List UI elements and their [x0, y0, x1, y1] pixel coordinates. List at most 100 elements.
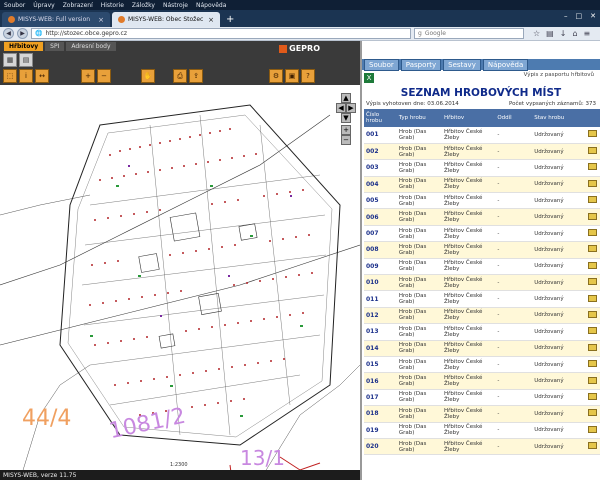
- zoom-out-icon[interactable]: −: [97, 69, 111, 83]
- detail-icon[interactable]: [587, 261, 597, 269]
- table-row[interactable]: 012 Hrob (Das Grab) Hřbitov České Žleby - Ud…: [364, 307, 600, 325]
- detail-icon[interactable]: [587, 196, 597, 204]
- grave-number[interactable]: 008: [364, 241, 397, 259]
- table-row[interactable]: 017 Hrob (Das Grab) Hřbitov České Žleby - Ud…: [364, 389, 600, 407]
- pan-up-icon[interactable]: ▲: [341, 93, 351, 103]
- grave-number[interactable]: 007: [364, 225, 397, 243]
- col-cemetery[interactable]: Hřbitov: [441, 109, 496, 127]
- grave-number[interactable]: 015: [364, 356, 397, 374]
- menu-history[interactable]: Historie: [97, 2, 128, 9]
- layers-icon[interactable]: ▦: [3, 53, 17, 67]
- detail-icon[interactable]: [587, 130, 597, 138]
- map-canvas[interactable]: 44/4 1081/2 13/1: [0, 85, 360, 480]
- address-bar[interactable]: 🌐 http://stozec.obce.gepro.cz: [31, 28, 411, 39]
- grave-number[interactable]: 004: [364, 176, 397, 194]
- grave-number[interactable]: 013: [364, 323, 397, 341]
- download-icon[interactable]: ↓: [560, 29, 567, 38]
- detail-icon[interactable]: [587, 163, 597, 171]
- detail-icon[interactable]: [587, 179, 597, 187]
- grave-number[interactable]: 003: [364, 159, 397, 177]
- detail-icon[interactable]: [587, 245, 597, 253]
- grave-number[interactable]: 006: [364, 208, 397, 226]
- table-row[interactable]: 001 Hrob (Das Grab) Hřbitov České Žleby - Ud…: [364, 127, 600, 144]
- panel-menu-reports[interactable]: Sestavy: [443, 58, 481, 71]
- close-tab-icon[interactable]: ×: [98, 16, 104, 24]
- close-tab-icon[interactable]: ×: [208, 16, 214, 24]
- excel-export-icon[interactable]: X: [364, 73, 374, 83]
- detail-icon[interactable]: [587, 212, 597, 220]
- table-row[interactable]: 016 Hrob (Das Grab) Hřbitov České Žleby - Ud…: [364, 372, 600, 390]
- help-icon[interactable]: ?: [301, 69, 315, 83]
- maximize-icon[interactable]: □: [576, 12, 583, 20]
- detail-icon[interactable]: [587, 343, 597, 351]
- detail-icon[interactable]: [587, 425, 597, 433]
- grave-number[interactable]: 005: [364, 192, 397, 210]
- table-row[interactable]: 006 Hrob (Das Grab) Hřbitov České Žleby - Ud…: [364, 208, 600, 226]
- grave-number[interactable]: 019: [364, 422, 397, 439]
- col-type[interactable]: Typ hrobu: [396, 109, 442, 127]
- map-tab-spi[interactable]: SPI: [45, 42, 65, 51]
- forward-icon[interactable]: ▶: [17, 28, 28, 39]
- menu-edit[interactable]: Úpravy: [29, 2, 58, 9]
- detail-icon[interactable]: [587, 360, 597, 368]
- search-input[interactable]: g Google: [414, 28, 524, 39]
- star-icon[interactable]: ☆: [533, 29, 540, 38]
- table-row[interactable]: 018 Hrob (Das Grab) Hřbitov České Žleby - Ud…: [364, 405, 600, 423]
- close-window-icon[interactable]: ✕: [590, 12, 596, 20]
- pan-left-icon[interactable]: ◀: [336, 103, 346, 113]
- table-row[interactable]: 005 Hrob (Das Grab) Hřbitov České Žleby - Ud…: [364, 192, 600, 210]
- panel-menu-help[interactable]: Nápověda: [482, 58, 529, 71]
- menu-file[interactable]: Soubor: [0, 2, 29, 9]
- grave-number[interactable]: 001: [364, 127, 397, 144]
- table-row[interactable]: 019 Hrob (Das Grab) Hřbitov České Žleby - Ud…: [364, 422, 600, 439]
- pan-tool-icon[interactable]: ✋: [141, 69, 155, 83]
- panel-menu-passports[interactable]: Pasporty: [400, 58, 442, 71]
- table-row[interactable]: 020 Hrob (Das Grab) Hřbitov České Žleby - Ud…: [364, 438, 600, 456]
- grave-number[interactable]: 002: [364, 143, 397, 161]
- table-row[interactable]: 007 Hrob (Das Grab) Hřbitov České Žleby - Ud…: [364, 225, 600, 243]
- print-icon[interactable]: ⎙: [173, 69, 187, 83]
- export-link[interactable]: Výpis z pasportu hřbitovů: [524, 72, 594, 78]
- table-row[interactable]: 008 Hrob (Das Grab) Hřbitov České Žleby - Ud…: [364, 241, 600, 259]
- menu-view[interactable]: Zobrazení: [59, 2, 97, 9]
- table-row[interactable]: 002 Hrob (Das Grab) Hřbitov České Žleby - Ud…: [364, 143, 600, 161]
- map-tab-addresses[interactable]: Adresní body: [66, 42, 116, 51]
- col-number[interactable]: Číslo hrobu: [364, 109, 397, 127]
- panel-menu-file[interactable]: Soubor: [364, 58, 399, 71]
- home-icon[interactable]: ⌂: [572, 29, 577, 38]
- pan-right-icon[interactable]: ▶: [346, 103, 356, 113]
- table-row[interactable]: 010 Hrob (Das Grab) Hřbitov České Žleby - Ud…: [364, 274, 600, 292]
- bookmarks-icon[interactable]: ▤: [546, 29, 554, 38]
- table-row[interactable]: 013 Hrob (Das Grab) Hřbitov České Žleby - Ud…: [364, 323, 600, 341]
- browser-tab-stozec[interactable]: MISYS-WEB: Obec Stožec ×: [112, 12, 220, 27]
- detail-icon[interactable]: [587, 310, 597, 318]
- detail-icon[interactable]: [587, 327, 597, 335]
- grave-number[interactable]: 009: [364, 258, 397, 276]
- table-row[interactable]: 009 Hrob (Das Grab) Hřbitov České Žleby - Ud…: [364, 258, 600, 276]
- grave-number[interactable]: 018: [364, 405, 397, 423]
- save-icon[interactable]: ▣: [285, 69, 299, 83]
- minimize-icon[interactable]: –: [564, 12, 568, 20]
- detail-icon[interactable]: [587, 229, 597, 237]
- select-tool-icon[interactable]: ⬚: [3, 69, 17, 83]
- detail-icon[interactable]: [587, 442, 597, 450]
- table-row[interactable]: 015 Hrob (Das Grab) Hřbitov České Žleby - Ud…: [364, 356, 600, 374]
- zoom-out-map-icon[interactable]: −: [341, 135, 351, 145]
- table-row[interactable]: 004 Hrob (Das Grab) Hřbitov České Žleby - Ud…: [364, 176, 600, 194]
- menu-help[interactable]: Nápověda: [192, 2, 230, 9]
- legend-icon[interactable]: ▤: [19, 53, 33, 67]
- grave-number[interactable]: 012: [364, 307, 397, 325]
- settings-icon[interactable]: ⚙: [269, 69, 283, 83]
- detail-icon[interactable]: [587, 376, 597, 384]
- measure-tool-icon[interactable]: ↔: [35, 69, 49, 83]
- hamburger-menu-icon[interactable]: ≡: [584, 29, 591, 38]
- detail-icon[interactable]: [587, 409, 597, 417]
- browser-tab-full[interactable]: MISYS-WEB: Full version ×: [2, 12, 110, 27]
- table-row[interactable]: 011 Hrob (Das Grab) Hřbitov České Žleby - Ud…: [364, 290, 600, 308]
- detail-icon[interactable]: [587, 392, 597, 400]
- back-icon[interactable]: ◀: [3, 28, 14, 39]
- export-icon[interactable]: ⇪: [189, 69, 203, 83]
- grave-number[interactable]: 016: [364, 372, 397, 390]
- pan-down-icon[interactable]: ▼: [341, 113, 351, 123]
- zoom-in-icon[interactable]: +: [81, 69, 95, 83]
